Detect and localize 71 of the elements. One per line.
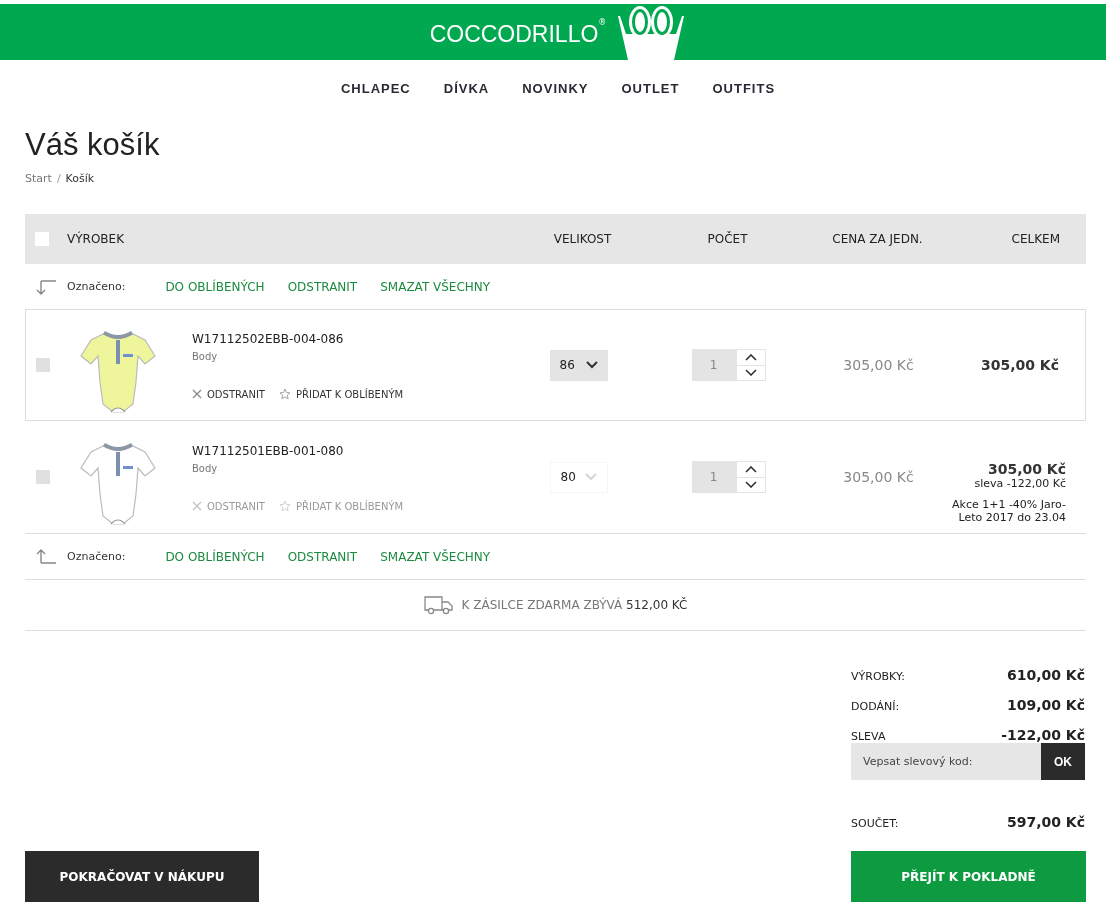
column-header: VÝROBEK <box>67 232 125 246</box>
nav-link[interactable]: OUTFITS <box>712 81 776 98</box>
column-header: CELKEM <box>1010 232 1061 246</box>
product-name: Body <box>192 463 219 474</box>
remove-link[interactable]: ODSTRANIT <box>207 388 265 400</box>
total-label: SOUČET: <box>851 817 899 830</box>
chevron-up-icon <box>744 353 757 361</box>
breadcrumb-item[interactable]: Start <box>25 172 52 186</box>
ok-button[interactable]: OK <box>1041 743 1085 780</box>
selected-label: Označeno: <box>67 550 126 563</box>
quantity-field[interactable]: 1 <box>691 461 736 493</box>
star-icon <box>278 388 291 400</box>
down-arrow-icon <box>36 277 57 296</box>
close-icon <box>192 389 202 399</box>
nav-link[interactable]: OUTLET <box>621 81 680 98</box>
item-checkbox[interactable] <box>36 470 50 484</box>
size-select[interactable]: 80 <box>549 461 608 493</box>
total-value: 597,00 Kč <box>1006 814 1085 830</box>
quantity-field[interactable]: 1 <box>691 349 736 381</box>
chevron-up-icon <box>744 465 757 473</box>
nav-link[interactable]: CHLAPEC <box>340 81 411 98</box>
select-all-checkbox[interactable] <box>35 232 49 246</box>
page-title: Váš košík <box>25 126 161 164</box>
item-checkbox[interactable] <box>36 358 50 372</box>
star-icon <box>278 500 291 512</box>
promotion-text: Akce 1+1 -40% Jaro-Leto 2017 do 23.04 <box>951 497 1066 524</box>
chevron-down-icon <box>744 369 757 377</box>
checkout-button[interactable]: PŘEJÍT K POKLADNĚ <box>851 851 1086 902</box>
breadcrumb-separator: / <box>56 172 61 186</box>
bulk-action-link[interactable]: DO OBLÍBENÝCH <box>165 549 265 564</box>
coupon-code-field[interactable]: Vepsat slevový kod: <box>851 743 1041 780</box>
summary-value: 109,00 Kč <box>1006 697 1085 713</box>
item-total: 305,00 Kč <box>980 357 1059 373</box>
free-shipping-text: K ZÁSILCE ZDARMA ZBÝVÁ 512,00 KČ <box>461 598 688 612</box>
discount-text: sleva -122,00 Kč <box>974 476 1066 490</box>
summary-label: VÝROBKY: <box>851 670 905 683</box>
summary-label: SLEVA <box>851 730 886 743</box>
summary-value: 610,00 Kč <box>1006 667 1085 683</box>
selected-label: Označeno: <box>67 280 126 293</box>
summary-value: -122,00 Kč <box>1001 727 1085 743</box>
column-header: VELIKOST <box>552 232 613 246</box>
bulk-action-link[interactable]: DO OBLÍBENÝCH <box>165 279 265 294</box>
truck-icon <box>423 595 454 615</box>
bulk-action-link[interactable]: SMAZAT VŠECHNY <box>380 549 491 564</box>
product-name: Body <box>192 351 219 362</box>
chevron-down-icon <box>744 481 757 489</box>
chevron-down-icon <box>585 361 598 369</box>
product-code: W17112502EBB-004-086 <box>192 332 345 346</box>
breadcrumb-item: Košík <box>65 172 95 186</box>
size-select[interactable]: 86 <box>549 349 608 381</box>
nav-link[interactable]: NOVINKY <box>522 81 589 98</box>
logo-text[interactable]: COCCODRILLO <box>429 21 599 48</box>
column-header: CENA ZA JEDN. <box>831 232 924 246</box>
chevron-down-icon <box>584 473 597 481</box>
add-to-favorites-link[interactable]: PŘIDAT K OBLÍBENÝM <box>295 500 404 512</box>
bulk-action-link[interactable]: SMAZAT VŠECHNY <box>380 279 491 294</box>
product-code: W17112501EBB-001-080 <box>192 444 345 458</box>
bulk-action-link[interactable]: ODSTRANIT <box>287 279 358 294</box>
add-to-favorites-link[interactable]: PŘIDAT K OBLÍBENÝM <box>295 388 404 400</box>
summary-label: DODÁNÍ: <box>851 700 900 713</box>
close-icon <box>192 501 202 511</box>
bulk-action-link[interactable]: ODSTRANIT <box>287 549 358 564</box>
item-total: 305,00 Kč <box>987 460 1066 477</box>
continue-shopping-button[interactable]: POKRAČOVAT V NÁKUPU <box>25 851 259 902</box>
unit-price: 305,00 Kč <box>843 469 914 485</box>
unit-price: 305,00 Kč <box>843 357 914 373</box>
registered-mark: ® <box>598 18 607 27</box>
nav-link[interactable]: DÍVKA <box>443 81 490 98</box>
up-arrow-icon <box>36 547 57 566</box>
remove-link[interactable]: ODSTRANIT <box>207 500 265 512</box>
column-header: POČET <box>706 232 749 246</box>
